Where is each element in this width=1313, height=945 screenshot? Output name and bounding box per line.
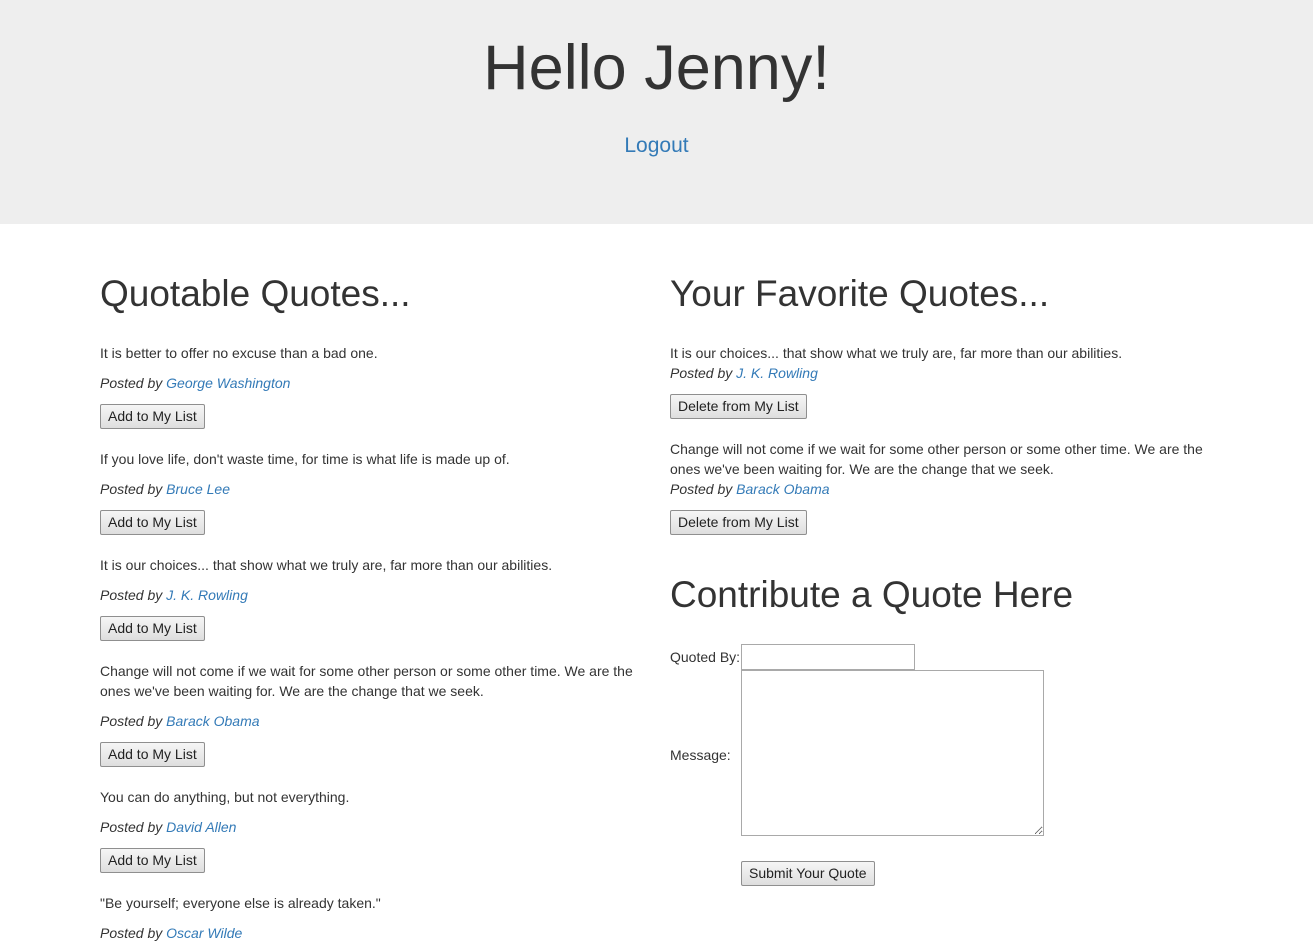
delete-from-list-button[interactable]: Delete from My List <box>670 394 807 419</box>
posted-by-label: Posted by <box>670 481 733 497</box>
submit-quote-button[interactable]: Submit Your Quote <box>741 861 875 886</box>
favorite-quotes-heading: Your Favorite Quotes... <box>670 273 1050 314</box>
posted-by-label: Posted by <box>100 925 163 941</box>
add-to-list-button[interactable]: Add to My List <box>100 848 205 873</box>
author-link[interactable]: J. K. Rowling <box>736 365 818 381</box>
posted-by: Posted by Barack Obama <box>670 479 830 499</box>
message-label: Message: <box>670 747 731 763</box>
quote-text: If you love life, don't waste time, for … <box>100 451 510 467</box>
greeting-heading: Hello Jenny! <box>483 33 830 103</box>
add-to-list-button[interactable]: Add to My List <box>100 404 205 429</box>
posted-by-label: Posted by <box>100 375 163 391</box>
quoted-by-label: Quoted By: <box>670 649 741 665</box>
logout-link[interactable]: Logout <box>624 134 688 157</box>
posted-by-label: Posted by <box>100 819 163 835</box>
author-link[interactable]: David Allen <box>166 819 236 835</box>
quote-text: "Be yourself; everyone else is already t… <box>100 895 381 911</box>
posted-by: Posted by J. K. Rowling <box>100 585 248 605</box>
posted-by: Posted by George Washington <box>100 373 290 393</box>
favorite-quote-text: It is our choices... that show what we t… <box>670 345 1123 361</box>
contribute-heading: Contribute a Quote Here <box>670 574 1074 615</box>
author-link[interactable]: Bruce Lee <box>166 481 230 497</box>
posted-by: Posted by Bruce Lee <box>100 479 230 499</box>
posted-by: Posted by David Allen <box>100 817 236 837</box>
author-link[interactable]: Oscar Wilde <box>166 925 242 941</box>
posted-by-label: Posted by <box>100 587 163 603</box>
posted-by-label: Posted by <box>100 713 163 729</box>
add-to-list-button[interactable]: Add to My List <box>100 510 205 535</box>
quote-text: You can do anything, but not everything. <box>100 789 350 805</box>
quote-text: It is our choices... that show what we t… <box>100 557 553 573</box>
posted-by: Posted by Barack Obama <box>100 711 260 731</box>
posted-by-label: Posted by <box>100 481 163 497</box>
add-to-list-button[interactable]: Add to My List <box>100 742 205 767</box>
quote-text: It is better to offer no excuse than a b… <box>100 345 378 361</box>
posted-by: Posted by Oscar Wilde <box>100 923 242 943</box>
author-link[interactable]: Barack Obama <box>736 481 829 497</box>
quoted-by-input[interactable] <box>741 644 915 670</box>
author-link[interactable]: Barack Obama <box>166 713 259 729</box>
quotable-quotes-heading: Quotable Quotes... <box>100 273 411 314</box>
author-link[interactable]: George Washington <box>166 375 290 391</box>
add-to-list-button[interactable]: Add to My List <box>100 616 205 641</box>
posted-by: Posted by J. K. Rowling <box>670 363 818 383</box>
logout-container: Logout <box>0 132 1313 160</box>
favorite-quote-text: Change will not come if we wait for some… <box>670 441 1203 477</box>
delete-from-list-button[interactable]: Delete from My List <box>670 510 807 535</box>
message-textarea[interactable] <box>741 670 1044 836</box>
posted-by-label: Posted by <box>670 365 733 381</box>
author-link[interactable]: J. K. Rowling <box>166 587 248 603</box>
quote-text: Change will not come if we wait for some… <box>100 663 633 699</box>
